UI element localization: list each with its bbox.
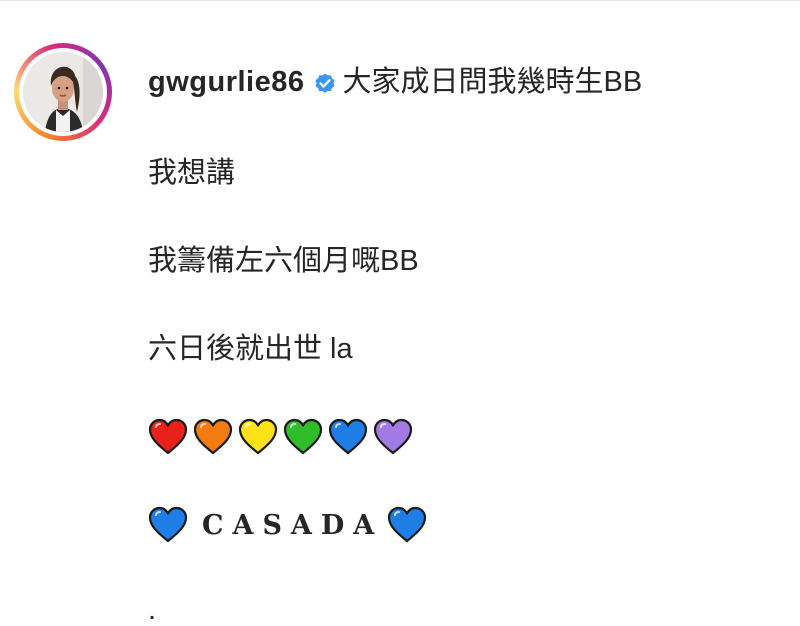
caption-line-2: 我想講 (148, 157, 236, 189)
verified-badge-icon (313, 66, 337, 106)
casada-text: CASADA (202, 509, 384, 541)
caption-line-4: 六日後就出世 la (148, 333, 353, 365)
orange-heart-icon (193, 418, 233, 456)
caption-header: gwgurlie86 大家成日問我幾時生BB (148, 62, 788, 106)
purple-heart-icon (373, 418, 413, 456)
username-link[interactable]: gwgurlie86 (148, 66, 305, 98)
blue-heart-icon (387, 506, 427, 544)
casada-line: CASADA (148, 505, 788, 545)
caption-line-3: 我籌備左六個月嘅BB (148, 245, 419, 277)
heart-emoji-row (148, 417, 788, 457)
post-caption: gwgurlie86 大家成日問我幾時生BB 我想講 我籌備左六個月嘅BB 六日… (148, 62, 788, 626)
blue-heart-icon (148, 506, 188, 544)
avatar[interactable] (23, 52, 103, 132)
caption-line-1: 大家成日問我幾時生BB (342, 66, 643, 98)
green-heart-icon (283, 418, 323, 456)
avatar-image (23, 52, 103, 132)
yellow-heart-icon (238, 418, 278, 456)
story-ring[interactable] (14, 43, 112, 141)
blue-heart-icon (328, 418, 368, 456)
red-heart-icon (148, 418, 188, 456)
top-divider (0, 0, 800, 1)
caption-trailing-dot: . (148, 594, 157, 626)
